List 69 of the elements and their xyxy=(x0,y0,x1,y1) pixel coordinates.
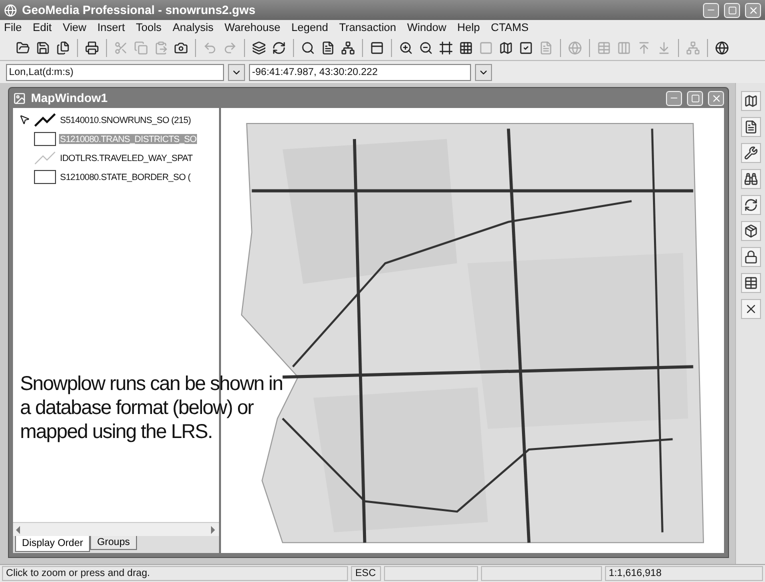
menu-item[interactable]: Window xyxy=(407,22,446,34)
coordinate-system-dropdown[interactable]: Lon,Lat(d:m:s) xyxy=(6,64,224,80)
pointer-icon xyxy=(19,114,30,124)
table-icon[interactable] xyxy=(740,273,760,293)
grid-button[interactable] xyxy=(457,39,475,57)
map-window-title: MapWindow1 xyxy=(31,91,109,105)
dropdown-button[interactable] xyxy=(475,64,492,80)
layers-button[interactable] xyxy=(250,39,268,57)
minimize-button[interactable] xyxy=(666,90,682,106)
maximize-icon xyxy=(728,6,736,14)
save-button[interactable] xyxy=(34,39,52,57)
close-icon[interactable] xyxy=(740,299,760,319)
status-key: ESC xyxy=(351,566,381,581)
list-icon[interactable] xyxy=(740,117,760,137)
map-window-icon xyxy=(13,92,26,104)
lock-icon[interactable] xyxy=(740,247,760,267)
frame-button[interactable] xyxy=(437,39,455,57)
tab[interactable]: Groups xyxy=(90,536,137,550)
legend-entry[interactable]: S5140010.SNOWRUNS_SO (215) xyxy=(59,114,192,124)
close-icon xyxy=(748,4,758,16)
swap-icon[interactable] xyxy=(740,195,760,215)
close-icon xyxy=(710,92,722,104)
map-scale: 1:1,616,918 xyxy=(604,566,764,581)
map-icon[interactable] xyxy=(740,91,760,111)
menu-item[interactable]: Legend xyxy=(291,22,328,34)
legend-entry[interactable]: IDOTLRS.TRAVELED_WAY_SPAT xyxy=(59,152,194,162)
binoculars-icon[interactable] xyxy=(740,169,760,189)
close-button[interactable] xyxy=(708,90,724,106)
pages-button[interactable] xyxy=(54,39,72,57)
menu-item[interactable]: CTAMS xyxy=(490,22,529,34)
menu-item[interactable]: Tools xyxy=(136,22,162,34)
maximize-button[interactable] xyxy=(724,2,740,18)
status-message: Click to zoom or press and drag. xyxy=(2,566,348,581)
dropdown-button[interactable] xyxy=(228,64,245,80)
tab[interactable]: Display Order xyxy=(15,536,90,552)
left-arrow-icon[interactable] xyxy=(16,526,21,534)
menu-item[interactable]: Help xyxy=(457,22,480,34)
search-button[interactable] xyxy=(299,39,317,57)
globe-button[interactable] xyxy=(713,39,731,57)
menu-item[interactable]: Edit xyxy=(32,22,52,34)
maximize-icon xyxy=(690,94,700,102)
wrench-icon[interactable] xyxy=(740,143,760,163)
menu-item[interactable]: File xyxy=(4,22,22,34)
zoom-out-button[interactable] xyxy=(417,39,435,57)
menu-item[interactable]: Transaction xyxy=(339,22,396,34)
area-symbol xyxy=(34,170,56,184)
window-title: GeoMedia Professional - snowruns2.gws xyxy=(22,3,256,17)
box-icon[interactable] xyxy=(740,221,760,241)
close-button[interactable] xyxy=(745,2,761,18)
legend-entry[interactable]: S1210080.STATE_BORDER_SO ( xyxy=(59,172,192,182)
line-symbol xyxy=(34,151,56,164)
menu-item[interactable]: Warehouse xyxy=(224,22,280,34)
zoom-in-button[interactable] xyxy=(397,39,415,57)
network-button[interactable] xyxy=(339,39,357,57)
area-symbol xyxy=(34,132,56,146)
print-button[interactable] xyxy=(83,39,101,57)
minimize-button[interactable] xyxy=(703,2,719,18)
refresh-button[interactable] xyxy=(270,39,288,57)
menu-item[interactable]: Analysis xyxy=(172,22,214,34)
line-symbol xyxy=(34,112,56,126)
menu-item[interactable]: Insert xyxy=(97,22,125,34)
coordinate-field[interactable]: -96:41:47.987, 43:30:20.222 xyxy=(249,64,471,80)
horizontal-scrollbar[interactable] xyxy=(13,522,219,536)
app-icon xyxy=(4,4,17,16)
menu-item[interactable]: View xyxy=(62,22,86,34)
checkbox-button[interactable] xyxy=(517,39,535,57)
window-button[interactable] xyxy=(368,39,386,57)
right-arrow-icon[interactable] xyxy=(211,526,216,534)
maximize-button[interactable] xyxy=(687,90,703,106)
